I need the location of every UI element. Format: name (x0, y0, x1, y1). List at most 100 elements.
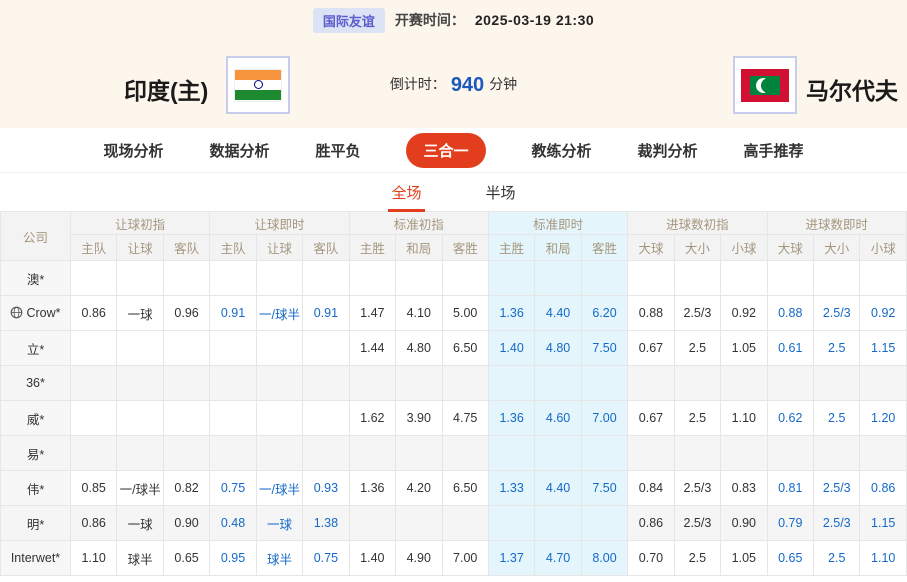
live-odds-cell[interactable]: 4.80 (535, 331, 581, 366)
live-odds-cell (256, 261, 302, 296)
live-odds-cell (767, 366, 813, 401)
live-odds-cell[interactable]: 0.81 (767, 471, 813, 506)
live-odds-cell[interactable]: 0.86 (860, 471, 907, 506)
live-odds-cell[interactable]: 1.37 (488, 541, 534, 576)
subtab-1[interactable]: 半场 (483, 173, 519, 212)
init-odds-cell: 0.85 (71, 471, 117, 506)
nav-tab-0[interactable]: 现场分析 (103, 140, 163, 161)
live-odds-cell[interactable]: 4.40 (535, 296, 581, 331)
nav-tab-2[interactable]: 胜平负 (315, 140, 360, 161)
live-odds-cell[interactable]: 2.5 (814, 331, 860, 366)
odds-table: 公司 让球初指让球即时标准初指标准即时进球数初指进球数即时 主队让球客队主队让球… (0, 211, 907, 576)
live-odds-cell[interactable]: 2.5/3 (814, 506, 860, 541)
company-logo-icon (10, 306, 23, 319)
live-odds-cell[interactable]: 一/球半 (256, 471, 302, 506)
live-odds-cell[interactable]: 7.50 (581, 331, 627, 366)
live-odds-cell[interactable]: 4.40 (535, 471, 581, 506)
live-odds-cell[interactable]: 0.61 (767, 331, 813, 366)
company-cell[interactable]: 立* (1, 331, 71, 366)
company-column-header: 公司 (1, 212, 71, 261)
live-odds-cell[interactable]: 0.75 (303, 541, 349, 576)
col-header: 主队 (210, 235, 256, 261)
live-odds-cell[interactable]: 0.75 (210, 471, 256, 506)
init-odds-cell: 4.75 (442, 401, 488, 436)
live-odds-cell (581, 261, 627, 296)
init-odds-cell (71, 401, 117, 436)
init-odds-cell: 一/球半 (117, 471, 163, 506)
init-odds-cell (71, 366, 117, 401)
nav-tab-1[interactable]: 数据分析 (209, 140, 269, 161)
subtab-0[interactable]: 全场 (388, 173, 424, 212)
company-cell[interactable]: Crow* (1, 296, 71, 331)
live-odds-cell[interactable]: 0.65 (767, 541, 813, 576)
company-cell[interactable]: Interwet* (1, 541, 71, 576)
live-odds-cell[interactable]: 1.36 (488, 401, 534, 436)
live-odds-cell (581, 506, 627, 541)
init-odds-cell (71, 436, 117, 471)
live-odds-cell[interactable]: 一球 (256, 506, 302, 541)
live-odds-cell[interactable]: 0.93 (303, 471, 349, 506)
odds-row: 澳* (1, 261, 907, 296)
company-cell[interactable]: 36* (1, 366, 71, 401)
match-header: 印度(主) 倒计时：940分钟 马尔代夫 (0, 40, 907, 128)
col-header: 客队 (163, 235, 209, 261)
live-odds-cell[interactable]: 2.5 (814, 401, 860, 436)
odds-row: Interwet*1.10球半0.650.95球半0.751.404.907.0… (1, 541, 907, 576)
live-odds-cell[interactable]: 2.5/3 (814, 296, 860, 331)
company-name: 易* (27, 448, 44, 462)
live-odds-cell[interactable]: 1.10 (860, 541, 907, 576)
live-odds-cell[interactable]: 0.92 (860, 296, 907, 331)
init-odds-cell: 2.5/3 (674, 506, 720, 541)
live-odds-cell[interactable]: 2.5/3 (814, 471, 860, 506)
nav-tab-6[interactable]: 高手推荐 (744, 140, 804, 161)
nav-tab-3[interactable]: 三合一 (406, 133, 485, 168)
live-odds-cell[interactable]: 1.36 (488, 296, 534, 331)
away-flag-box (733, 56, 797, 114)
live-odds-cell[interactable]: 球半 (256, 541, 302, 576)
live-odds-cell[interactable]: 4.60 (535, 401, 581, 436)
live-odds-cell[interactable]: 0.88 (767, 296, 813, 331)
live-odds-cell (210, 401, 256, 436)
company-cell[interactable]: 明* (1, 506, 71, 541)
live-odds-cell[interactable]: 8.00 (581, 541, 627, 576)
live-odds-cell[interactable]: 7.50 (581, 471, 627, 506)
init-odds-cell: 1.40 (349, 541, 395, 576)
live-odds-cell[interactable]: 6.20 (581, 296, 627, 331)
live-odds-cell (256, 366, 302, 401)
init-odds-cell (721, 436, 767, 471)
live-odds-cell[interactable]: 2.5 (814, 541, 860, 576)
company-cell[interactable]: 易* (1, 436, 71, 471)
live-odds-cell[interactable]: 7.00 (581, 401, 627, 436)
init-odds-cell (442, 436, 488, 471)
init-odds-cell (117, 331, 163, 366)
countdown-unit: 分钟 (489, 76, 517, 92)
company-cell[interactable]: 澳* (1, 261, 71, 296)
init-odds-cell: 一球 (117, 296, 163, 331)
live-odds-cell[interactable]: 1.38 (303, 506, 349, 541)
live-odds-cell[interactable]: 1.20 (860, 401, 907, 436)
live-odds-cell[interactable]: 0.91 (210, 296, 256, 331)
init-odds-cell (674, 261, 720, 296)
col-header: 客队 (303, 235, 349, 261)
live-odds-cell[interactable]: 4.70 (535, 541, 581, 576)
live-odds-cell[interactable]: 1.15 (860, 331, 907, 366)
live-odds-cell[interactable]: 0.79 (767, 506, 813, 541)
live-odds-cell[interactable]: 1.33 (488, 471, 534, 506)
live-odds-cell[interactable]: 0.62 (767, 401, 813, 436)
company-cell[interactable]: 威* (1, 401, 71, 436)
init-odds-cell: 0.67 (628, 331, 674, 366)
live-odds-cell[interactable]: 0.91 (303, 296, 349, 331)
live-odds-cell[interactable]: 一/球半 (256, 296, 302, 331)
live-odds-cell[interactable]: 1.40 (488, 331, 534, 366)
nav-tab-4[interactable]: 教练分析 (532, 140, 592, 161)
init-odds-cell (721, 261, 767, 296)
live-odds-cell[interactable]: 0.48 (210, 506, 256, 541)
live-odds-cell[interactable]: 1.15 (860, 506, 907, 541)
company-cell[interactable]: 伟* (1, 471, 71, 506)
league-badge: 国际友谊 (313, 8, 385, 33)
live-odds-cell (860, 366, 907, 401)
nav-tab-5[interactable]: 裁判分析 (638, 140, 698, 161)
live-odds-cell (814, 436, 860, 471)
live-odds-cell[interactable]: 0.95 (210, 541, 256, 576)
init-odds-cell (117, 261, 163, 296)
